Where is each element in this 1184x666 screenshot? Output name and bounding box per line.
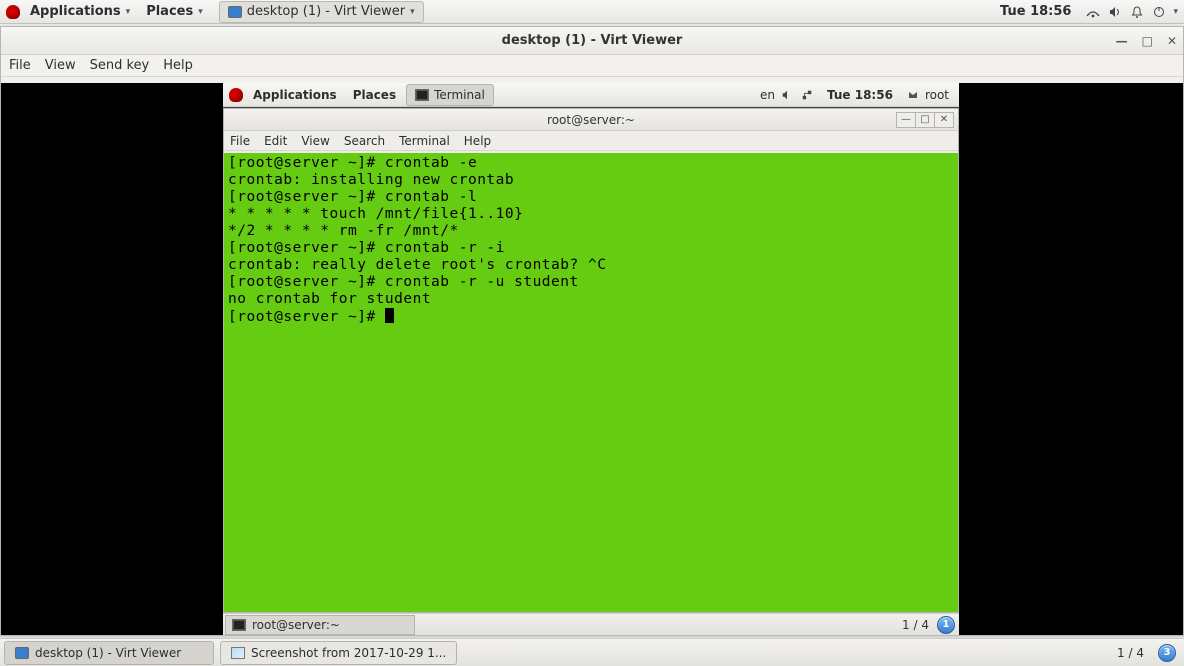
guest-places-label: Places (353, 88, 396, 102)
term-menu-edit[interactable]: Edit (264, 134, 287, 148)
taskbar-label: Screenshot from 2017-10-29 1... (251, 646, 446, 660)
guest-places-menu[interactable]: Places (347, 88, 402, 102)
applications-label: Applications (30, 4, 121, 19)
places-label: Places (146, 4, 193, 19)
terminal-maximize-button[interactable]: □ (915, 112, 935, 128)
places-menu[interactable]: Places ▾ (140, 4, 209, 19)
virt-viewer-window: desktop (1) - Virt Viewer — □ ✕ File Vie… (0, 26, 1184, 636)
terminal-minimize-button[interactable]: — (896, 112, 916, 128)
guest-workspace-indicator[interactable]: 1 / 4 (894, 618, 937, 632)
host-top-panel: Applications ▾ Places ▾ desktop (1) - Vi… (0, 0, 1184, 24)
taskbar-label: desktop (1) - Virt Viewer (35, 646, 181, 660)
guest-clock[interactable]: Tue 18:56 (819, 88, 901, 102)
virt-viewer-menubar: File View Send key Help (1, 55, 1183, 77)
guest-user-label[interactable]: root (925, 88, 953, 102)
menu-view[interactable]: View (45, 58, 76, 73)
chevron-down-icon: ▾ (126, 7, 131, 17)
host-bottom-panel: desktop (1) - Virt Viewer Screenshot fro… (0, 638, 1184, 666)
guest-bottom-panel: root@server:~ 1 / 4 1 (223, 613, 959, 635)
image-icon (231, 647, 245, 659)
term-menu-help[interactable]: Help (464, 134, 491, 148)
active-window-title: desktop (1) - Virt Viewer (247, 4, 405, 19)
close-button[interactable]: ✕ (1167, 34, 1177, 48)
menu-file[interactable]: File (9, 58, 31, 73)
user-icon[interactable] (905, 87, 921, 103)
terminal-body[interactable]: [root@server ~]# crontab -e crontab: ins… (224, 153, 958, 612)
host-workspace-indicator[interactable]: 1 / 4 (1109, 646, 1152, 660)
maximize-button[interactable]: □ (1142, 34, 1153, 48)
term-menu-view[interactable]: View (301, 134, 329, 148)
host-notification-badge[interactable]: 3 (1158, 644, 1176, 662)
vm-viewport[interactable]: Applications Places Terminal en Tue 18:5… (1, 83, 1183, 635)
keyboard-layout-indicator[interactable]: en (760, 88, 775, 102)
notification-icon[interactable] (1129, 4, 1145, 20)
applications-menu[interactable]: Applications ▾ (24, 4, 136, 19)
term-menu-file[interactable]: File (230, 134, 250, 148)
terminal-icon (232, 619, 246, 631)
guest-top-panel: Applications Places Terminal en Tue 18:5… (223, 83, 959, 107)
guest-taskbar-item[interactable]: root@server:~ (225, 615, 415, 635)
window-switcher-active[interactable]: desktop (1) - Virt Viewer ▾ (219, 1, 424, 23)
chevron-down-icon: ▾ (1173, 7, 1178, 17)
network-icon[interactable] (1085, 4, 1101, 20)
chevron-down-icon: ▾ (198, 7, 203, 17)
guest-applications-menu[interactable]: Applications (247, 88, 343, 102)
terminal-menubar: File Edit View Search Terminal Help (224, 131, 958, 151)
term-menu-search[interactable]: Search (344, 134, 385, 148)
taskbar-item-virtviewer[interactable]: desktop (1) - Virt Viewer (4, 641, 214, 665)
menu-sendkey[interactable]: Send key (90, 58, 150, 73)
host-clock[interactable]: Tue 18:56 (992, 4, 1079, 19)
guest-desktop: Applications Places Terminal en Tue 18:5… (223, 83, 959, 635)
terminal-window: root@server:~ — □ ✕ File Edit View Searc… (223, 108, 959, 613)
minimize-button[interactable]: — (1116, 34, 1128, 48)
terminal-icon (415, 89, 429, 101)
chevron-down-icon: ▾ (410, 7, 415, 17)
distro-logo-icon (229, 88, 243, 102)
window-title: desktop (1) - Virt Viewer (502, 33, 683, 48)
guest-notification-badge[interactable]: 1 (937, 616, 955, 634)
menu-help[interactable]: Help (163, 58, 193, 73)
guest-task-label: root@server:~ (252, 618, 340, 632)
volume-icon[interactable] (1107, 4, 1123, 20)
distro-logo-icon (6, 5, 20, 19)
terminal-titlebar[interactable]: root@server:~ — □ ✕ (224, 109, 958, 131)
network-icon[interactable] (799, 87, 815, 103)
guest-taskbar-terminal[interactable]: Terminal (406, 84, 494, 106)
virt-viewer-titlebar[interactable]: desktop (1) - Virt Viewer — □ ✕ (1, 27, 1183, 55)
terminal-title: root@server:~ (547, 113, 635, 127)
taskbar-item-screenshot[interactable]: Screenshot from 2017-10-29 1... (220, 641, 457, 665)
volume-icon[interactable] (779, 87, 795, 103)
monitor-icon (228, 6, 242, 18)
power-icon[interactable] (1151, 4, 1167, 20)
term-menu-terminal[interactable]: Terminal (399, 134, 450, 148)
guest-apps-label: Applications (253, 88, 337, 102)
monitor-icon (15, 647, 29, 659)
guest-terminal-label: Terminal (434, 88, 485, 102)
terminal-cursor (385, 308, 394, 323)
terminal-close-button[interactable]: ✕ (934, 112, 954, 128)
